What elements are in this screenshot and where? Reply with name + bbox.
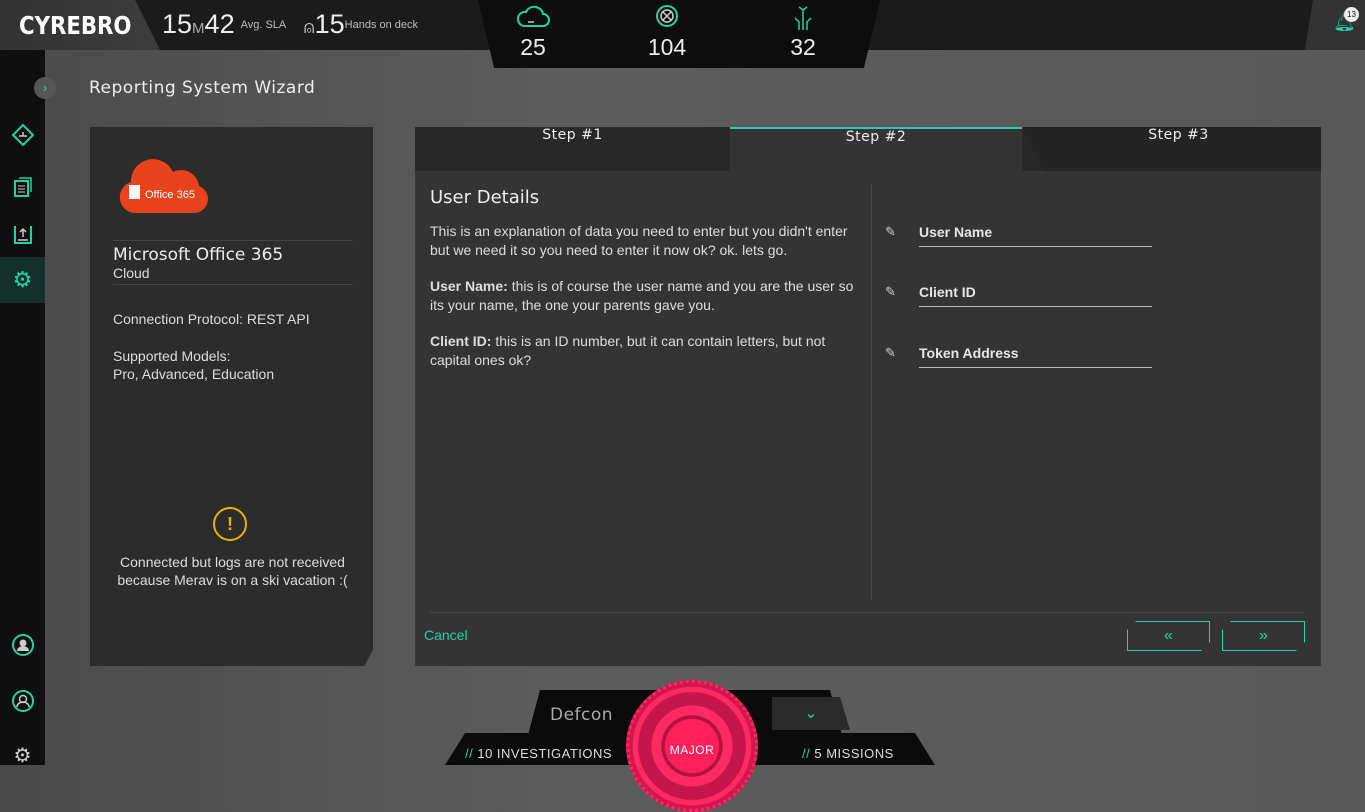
- page-title: Reporting System Wizard: [89, 78, 316, 98]
- models-list: Pro, Advanced, Education: [113, 366, 275, 382]
- person-icon: ⍝: [303, 17, 315, 37]
- sla-stat: 15M42 Avg. SLA ⍝15Hands on deck: [162, 9, 419, 39]
- warning-icon: !: [213, 507, 247, 541]
- upload-icon: [13, 226, 32, 244]
- next-button[interactable]: »: [1222, 621, 1305, 651]
- top-bar: CYREBRO 15M42 Avg. SLA ⍝15Hands on deck 2…: [0, 0, 1365, 68]
- token-address-field[interactable]: ✎ Token Address: [885, 345, 1153, 375]
- pencil-icon: ✎: [885, 345, 896, 360]
- wizard-panel: Step #1 Step #2 Step #3 User Details Thi…: [415, 127, 1321, 666]
- intro-text: This is an explanation of data you need …: [430, 223, 848, 258]
- sidebar-item-reports[interactable]: [0, 164, 45, 210]
- wizard-tabs: Step #1 Step #2 Step #3: [415, 127, 1321, 171]
- pencil-icon: ✎: [885, 224, 896, 239]
- tab-step-2[interactable]: Step #2: [730, 127, 1022, 171]
- description: User Details This is an explanation of d…: [430, 187, 860, 387]
- diamond-icon: [11, 124, 34, 146]
- sidebar-item-preferences[interactable]: ⚙: [0, 732, 45, 778]
- source-panel: Office 365 Microsoft Office 365 Cloud Co…: [90, 127, 373, 666]
- office365-logo: Office 365: [115, 155, 211, 213]
- profile-icon: [11, 690, 34, 712]
- defcon-dropdown-button[interactable]: ⌄: [772, 697, 850, 730]
- documents-icon: [13, 177, 32, 197]
- notifications-button[interactable]: 🔔︎ 13: [1305, 0, 1365, 50]
- divider: [113, 284, 353, 285]
- sidebar-item-dashboard[interactable]: [0, 112, 45, 158]
- section-heading: User Details: [430, 187, 540, 208]
- gear-icon: ⚙: [13, 744, 32, 767]
- divider: [113, 240, 353, 241]
- chevron-down-icon: ⌄: [804, 705, 818, 722]
- tab-step-3[interactable]: Step #3: [1022, 127, 1321, 171]
- divider: [871, 185, 872, 600]
- tab-step-1[interactable]: Step #1: [415, 127, 730, 171]
- source-type: Cloud: [113, 265, 150, 281]
- sidebar-item-settings[interactable]: ⚙: [0, 257, 45, 303]
- svg-text:Office 365: Office 365: [145, 189, 195, 201]
- models-label: Supported Models:: [113, 348, 231, 364]
- x-circle-icon: [627, 4, 707, 30]
- gears-icon: ⚙: [12, 267, 33, 292]
- pencil-icon: ✎: [885, 284, 896, 299]
- note-user-name: User Name: this is of course the user na…: [430, 278, 854, 313]
- status-message: Connected but logs are not received beca…: [117, 554, 348, 588]
- source-name: Microsoft Office 365: [113, 245, 284, 265]
- client-id-field[interactable]: ✎ Client ID: [885, 284, 1153, 314]
- note-client-id: Client ID: this is an ID number, but it …: [430, 333, 826, 368]
- sidebar-item-team[interactable]: [0, 622, 45, 668]
- sidebar-item-profile[interactable]: [0, 678, 45, 724]
- back-button[interactable]: «: [1127, 621, 1210, 651]
- defcon-label: Defcon: [550, 705, 614, 725]
- stats-panel: 25 104 32: [478, 0, 880, 68]
- notification-count: 13: [1344, 7, 1359, 22]
- defcon-level-indicator[interactable]: MAJOR: [626, 680, 758, 812]
- sidebar: ⚙ ⚙: [0, 50, 45, 767]
- cloud-icon: [493, 4, 573, 30]
- divider: [430, 612, 1305, 613]
- missions-count[interactable]: // 5 MISSIONS: [802, 746, 894, 761]
- expand-sidebar-button[interactable]: ›: [34, 77, 56, 99]
- cancel-button[interactable]: Cancel: [424, 627, 468, 643]
- circuit-icon: [763, 4, 843, 30]
- stat-circuit[interactable]: 32: [763, 4, 843, 61]
- connection-protocol: Connection Protocol: REST API: [113, 311, 310, 327]
- stat-cloud[interactable]: 25: [493, 4, 573, 61]
- user-name-field[interactable]: ✎ User Name: [885, 224, 1153, 254]
- investigations-count[interactable]: // 10 INVESTIGATIONS: [465, 746, 612, 761]
- sidebar-item-upload[interactable]: [0, 211, 45, 257]
- user-circle-icon: [11, 634, 34, 656]
- logo[interactable]: CYREBRO: [0, 0, 160, 50]
- stat-blocked[interactable]: 104: [627, 4, 707, 61]
